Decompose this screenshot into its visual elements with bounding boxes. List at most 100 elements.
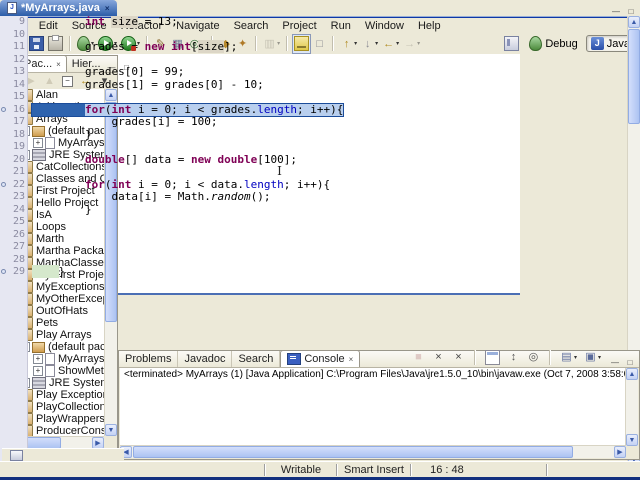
open-console-icon: ▣ bbox=[585, 351, 596, 363]
maximize-view-button[interactable]: □ bbox=[625, 7, 637, 16]
terminate-button[interactable]: ■ bbox=[410, 347, 427, 367]
gutter-row: 11 bbox=[0, 41, 27, 54]
line-number: 18 bbox=[12, 128, 25, 140]
java-file-icon: J bbox=[7, 2, 17, 14]
line-number: 17 bbox=[12, 116, 25, 127]
console-toolbar: ■ × × ↕ ◎ ▤ ▾ ▣ ▾ bbox=[410, 347, 605, 367]
gutter-row: 14 bbox=[0, 79, 27, 92]
fast-view-icon[interactable] bbox=[10, 450, 23, 461]
code-line[interactable]: data[i] = Math.random(); bbox=[32, 190, 627, 204]
console-output[interactable] bbox=[120, 381, 626, 446]
code-segment bbox=[32, 102, 85, 116]
code-line[interactable] bbox=[32, 254, 627, 267]
scroll-right-icon[interactable]: ▶ bbox=[614, 446, 626, 458]
close-icon[interactable]: × bbox=[349, 355, 354, 364]
line-marker-icon bbox=[1, 269, 6, 274]
tab-label: Problems bbox=[125, 353, 172, 365]
code-line[interactable] bbox=[32, 216, 627, 229]
tab-console[interactable]: Console × bbox=[280, 350, 361, 367]
maximize-view-button[interactable]: □ bbox=[624, 358, 636, 367]
display-selected-console-button[interactable]: ▤ ▾ bbox=[558, 347, 579, 367]
tab-myarrays-java[interactable]: J *MyArrays.java × bbox=[0, 0, 117, 16]
console-horizontal-scrollbar[interactable]: ◀ ▶ bbox=[120, 445, 626, 458]
remove-all-terminated-icon: × bbox=[455, 351, 462, 363]
gutter: 9 10 11 12 13 14 15 16 17 18 19 20 21 22 23 24 25 26 27 28 2… bbox=[0, 16, 28, 466]
gutter-row: 13 bbox=[0, 66, 27, 79]
minimize-view-button[interactable]: — bbox=[609, 358, 621, 367]
line-number: 23 bbox=[12, 191, 25, 202]
clear-console-button[interactable] bbox=[483, 347, 502, 367]
code-segment: data[i] = Math. bbox=[111, 190, 211, 203]
code-segment: (); bbox=[250, 190, 271, 203]
gutter-row: 21 bbox=[0, 166, 27, 179]
code-segment: length bbox=[243, 177, 284, 191]
code-segment: size bbox=[111, 16, 138, 28]
code-segment: new bbox=[190, 152, 218, 166]
code-line[interactable]: grades = new int[size]; bbox=[32, 40, 627, 54]
remove-launch-button[interactable]: × bbox=[430, 347, 447, 367]
cursor-position: 16 : 48 bbox=[430, 464, 464, 476]
tab-problems[interactable]: Problems bbox=[119, 351, 179, 367]
code-segment: int bbox=[171, 40, 191, 53]
gutter-row: 26 bbox=[0, 229, 27, 242]
code-line[interactable] bbox=[32, 229, 627, 242]
scrollbar-thumb[interactable] bbox=[628, 29, 640, 124]
pin-console-button[interactable]: ◎ bbox=[525, 347, 542, 367]
line-number: 25 bbox=[12, 216, 25, 227]
editor-tab-label: *MyArrays.java bbox=[21, 2, 100, 14]
code-segment: [ bbox=[190, 40, 198, 53]
line-marker-icon bbox=[1, 181, 6, 187]
code-line[interactable]: double[] data = new double[100]; bbox=[32, 152, 627, 167]
console-vertical-scrollbar[interactable]: ▲ ▼ bbox=[625, 368, 638, 446]
console-icon bbox=[287, 353, 302, 365]
code-line[interactable]: } bbox=[32, 128, 627, 142]
code-line[interactable]: } bbox=[32, 202, 627, 217]
code-segment: i = 0; i < data. bbox=[131, 177, 244, 191]
line-number: 20 bbox=[12, 153, 25, 165]
code-line[interactable]: } bbox=[32, 265, 627, 279]
code-line[interactable]: grades[i] = 100; bbox=[32, 115, 627, 129]
gutter-row: 28 bbox=[0, 254, 27, 267]
minimize-view-button[interactable]: — bbox=[610, 7, 622, 16]
line-number: 11 bbox=[12, 41, 25, 52]
code-text: } bbox=[32, 128, 92, 141]
line-number: 13 bbox=[12, 66, 25, 77]
divider bbox=[264, 464, 266, 476]
scroll-up-icon[interactable]: ▲ bbox=[626, 368, 638, 380]
eclipse-window: Java - MyArrays.java - Eclipse SDK _ □ ×… bbox=[0, 0, 640, 480]
scrollbar-thumb[interactable] bbox=[133, 446, 573, 458]
code-segment: } bbox=[58, 265, 66, 278]
code-line[interactable]: int size = 13; bbox=[32, 16, 627, 29]
open-console-button[interactable]: ▣ ▾ bbox=[582, 347, 603, 367]
console-panel: Problems Javadoc Search Console × ■ × × ↕ ◎ ▤ ▾ ▣ ▾ … bbox=[118, 347, 640, 460]
tab-search[interactable]: Search bbox=[232, 351, 281, 367]
terminate-icon: ■ bbox=[415, 351, 422, 363]
code-segment: = 13; bbox=[137, 16, 178, 28]
line-number: 15 bbox=[12, 91, 25, 102]
scroll-up-icon[interactable]: ▲ bbox=[628, 16, 640, 28]
code-line[interactable]: grades[1] = grades[0] - 10; bbox=[32, 77, 627, 92]
code-text: for(int i = 0; i < data.length; i++){ bbox=[32, 178, 330, 191]
close-icon[interactable]: × bbox=[105, 4, 110, 13]
dropdown-arrow-icon[interactable]: ▾ bbox=[574, 354, 577, 361]
scroll-down-icon[interactable]: ▼ bbox=[626, 434, 638, 446]
scroll-lock-button[interactable]: ↕ bbox=[505, 347, 522, 367]
remove-launch-icon: × bbox=[435, 351, 442, 363]
code-segment: } bbox=[84, 127, 92, 141]
gutter-row: 22 bbox=[0, 179, 27, 192]
code-segment: grades[1] = grades[0] - 10; bbox=[84, 77, 264, 91]
gutter-row: 27 bbox=[0, 241, 27, 254]
gutter-row: 10 bbox=[0, 29, 27, 42]
remove-all-terminated-button[interactable]: × bbox=[450, 347, 467, 367]
line-number: 27 bbox=[12, 241, 25, 252]
code-segment: } bbox=[84, 202, 92, 216]
dropdown-arrow-icon[interactable]: ▾ bbox=[598, 354, 601, 361]
code-line[interactable] bbox=[32, 241, 627, 254]
code-segment: grades[0] = 99; bbox=[84, 65, 185, 78]
tab-label: Javadoc bbox=[184, 353, 226, 365]
tab-javadoc[interactable]: Javadoc bbox=[178, 351, 233, 367]
